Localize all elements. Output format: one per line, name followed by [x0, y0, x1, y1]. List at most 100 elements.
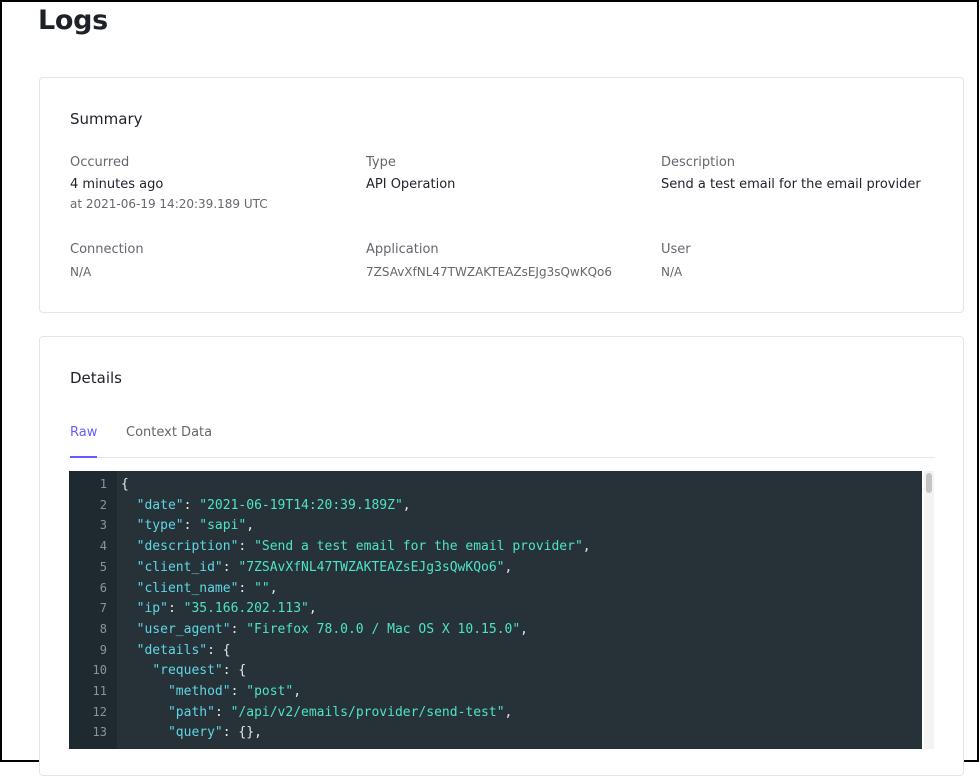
code-scrollbar[interactable] [924, 471, 934, 749]
json-punctuation: : [167, 601, 184, 617]
json-punctuation: : { [207, 642, 231, 658]
json-key: "date" [136, 497, 184, 513]
details-tabs: Raw Context Data [70, 423, 935, 458]
tab-raw[interactable]: Raw [70, 425, 98, 458]
json-key: "client_id" [136, 559, 223, 575]
json-punctuation: : [214, 704, 231, 720]
json-punctuation [121, 705, 168, 720]
application-value[interactable]: 7ZSAvXfNL47TWZAKTEAZsEJg3sQwKQo6 [366, 265, 646, 279]
json-key: "description" [136, 539, 239, 555]
json-punctuation [121, 663, 152, 678]
connection-label: Connection [70, 242, 144, 257]
line-number: 4 [99, 539, 107, 554]
json-string: "/api/v2/emails/provider/send-test" [230, 704, 505, 720]
json-key: "query" [167, 725, 223, 741]
scrollbar-thumb[interactable] [926, 473, 932, 493]
line-number: 2 [99, 497, 107, 512]
json-punctuation: { [121, 477, 129, 492]
json-punctuation: : [238, 539, 255, 555]
json-punctuation: : [183, 518, 200, 534]
raw-json-viewer[interactable]: 1{2 "date": "2021-06-19T14:20:39.189Z", 3… [69, 471, 922, 749]
type-field: Type API Operation [366, 155, 646, 192]
json-punctuation: : { [222, 663, 247, 679]
code-line: 9 "details": { [69, 643, 922, 664]
json-punctuation [121, 601, 137, 616]
json-punctuation [121, 539, 137, 554]
code-text: "request": { [121, 663, 246, 678]
code-line: 6 "client_name": "", [69, 581, 922, 602]
json-key: "type" [136, 518, 184, 534]
code-text: "type": "sapi", [121, 518, 254, 533]
json-string: "35.166.202.113" [183, 601, 309, 617]
code-text: "description": "Send a test email for th… [121, 539, 591, 554]
code-text: "date": "2021-06-19T14:20:39.189Z", [121, 498, 411, 513]
code-line: 2 "date": "2021-06-19T14:20:39.189Z", [69, 498, 922, 519]
details-title: Details [70, 369, 123, 387]
code-line: 1{ [69, 477, 922, 498]
code-text: "client_name": "", [121, 581, 278, 596]
json-punctuation: , [246, 518, 255, 534]
json-punctuation: , [269, 580, 278, 596]
code-text: "details": { [121, 643, 231, 658]
code-line: 12 "path": "/api/v2/emails/provider/send… [69, 705, 922, 726]
type-value: API Operation [366, 177, 456, 192]
connection-value: N/A [70, 265, 92, 279]
tab-context-data[interactable]: Context Data [126, 425, 212, 456]
json-key: "request" [152, 663, 223, 679]
code-text: "ip": "35.166.202.113", [121, 601, 317, 616]
line-number: 9 [99, 642, 107, 657]
line-number: 1 [99, 477, 107, 491]
page-title: Logs [38, 5, 108, 36]
code-line: 11 "method": "post", [69, 684, 922, 705]
json-string: "Firefox 78.0.0 / Mac OS X 10.15.0" [246, 621, 521, 637]
json-punctuation: : [238, 580, 255, 596]
code-line: 7 "ip": "35.166.202.113", [69, 601, 922, 622]
json-key: "path" [167, 704, 215, 720]
user-value: N/A [661, 265, 683, 279]
application-field: Application 7ZSAvXfNL47TWZAKTEAZsEJg3sQw… [366, 242, 646, 279]
json-punctuation [121, 643, 137, 658]
line-number: 11 [92, 684, 107, 698]
json-key: "user_agent" [136, 621, 231, 637]
code-line: 5 "client_id": "7ZSAvXfNL47TWZAKTEAZsEJg… [69, 560, 922, 581]
code-line: 10 "request": { [69, 663, 922, 684]
json-punctuation: , [308, 601, 317, 617]
json-string: "sapi" [199, 518, 247, 534]
type-label: Type [366, 155, 396, 170]
description-label: Description [661, 155, 736, 170]
json-punctuation: : [230, 621, 247, 637]
line-number: 7 [99, 601, 107, 616]
line-number: 13 [92, 725, 107, 740]
description-field: Description Send a test email for the em… [661, 155, 941, 192]
summary-card: Summary Occurred 4 minutes ago at 2021-0… [39, 77, 964, 313]
line-number: 8 [99, 621, 107, 636]
json-punctuation: : {}, [222, 725, 262, 741]
user-field: User N/A [661, 242, 941, 279]
code-text: "query": {}, [121, 725, 262, 740]
code-text: "path": "/api/v2/emails/provider/send-te… [121, 705, 512, 720]
json-punctuation: : [222, 559, 239, 575]
json-key: "client_name" [136, 580, 239, 596]
json-string: "2021-06-19T14:20:39.189Z" [199, 497, 403, 513]
occurred-timestamp: at 2021-06-19 14:20:39.189 UTC [70, 197, 268, 211]
json-punctuation: , [293, 684, 302, 699]
code-line: 3 "type": "sapi", [69, 518, 922, 539]
details-card: Details Raw Context Data 1{2 "date": "20… [39, 336, 964, 776]
json-punctuation: : [183, 497, 200, 513]
json-string: "" [254, 580, 270, 596]
json-punctuation: : [230, 684, 247, 699]
json-punctuation [121, 684, 168, 699]
json-key: "details" [136, 642, 208, 658]
json-string: "7ZSAvXfNL47TWZAKTEAZsEJg3sQwKQo6" [238, 559, 505, 575]
json-punctuation: , [520, 621, 528, 637]
description-value: Send a test email for the email provider [661, 177, 921, 192]
summary-title: Summary [70, 110, 143, 128]
line-number: 10 [92, 663, 107, 678]
code-text: { [121, 477, 129, 492]
line-number: 3 [99, 518, 107, 533]
connection-field: Connection N/A [70, 242, 350, 279]
user-label: User [661, 242, 691, 257]
code-text: "method": "post", [121, 684, 301, 699]
json-key: "method" [167, 684, 231, 699]
json-punctuation: , [402, 497, 411, 513]
